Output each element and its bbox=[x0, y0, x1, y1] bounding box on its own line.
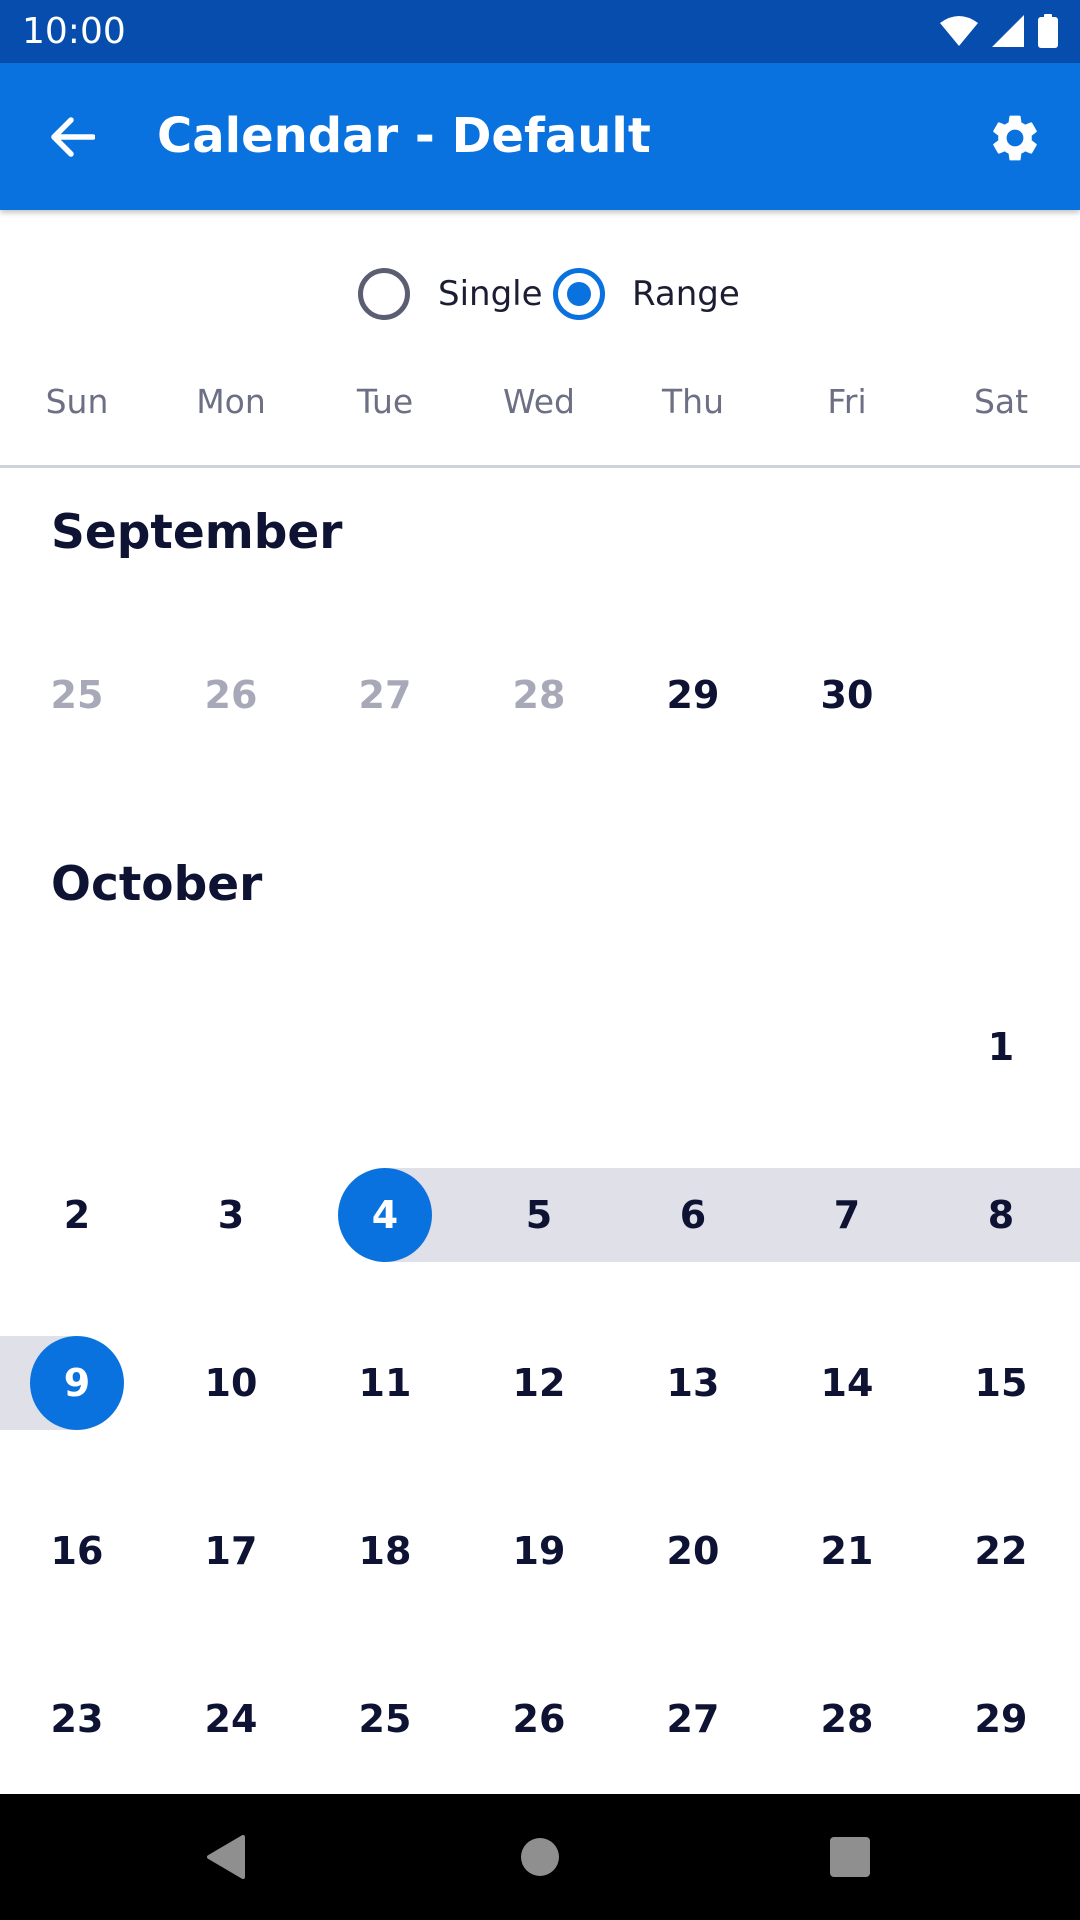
status-icons bbox=[940, 14, 1058, 48]
calendar-day[interactable]: 5 bbox=[492, 1168, 586, 1262]
calendar-day[interactable]: 3 bbox=[184, 1168, 278, 1262]
calendar-day[interactable]: 22 bbox=[954, 1504, 1048, 1598]
calendar-day[interactable]: 29 bbox=[954, 1672, 1048, 1766]
nav-recents-button[interactable] bbox=[815, 1822, 885, 1892]
arrow-back-icon bbox=[51, 117, 95, 157]
calendar-day[interactable]: 21 bbox=[800, 1504, 894, 1598]
calendar-day[interactable]: 18 bbox=[338, 1504, 432, 1598]
weekday-label: Wed bbox=[503, 382, 575, 421]
page-title: Calendar - Default bbox=[157, 108, 651, 164]
weekday-label: Sat bbox=[973, 382, 1029, 421]
weekday-label: Tue bbox=[356, 382, 414, 421]
calendar-day: 26 bbox=[204, 673, 258, 717]
app-bar: Calendar - Default bbox=[0, 63, 1080, 210]
calendar-day[interactable]: 23 bbox=[30, 1672, 124, 1766]
radio-single-label[interactable]: Single bbox=[438, 272, 543, 316]
system-nav-bar bbox=[0, 1794, 1080, 1920]
status-time: 10:00 bbox=[22, 11, 126, 52]
home-circle-icon bbox=[521, 1838, 559, 1876]
nav-back-button[interactable] bbox=[190, 1822, 260, 1892]
weekday-label: Mon bbox=[196, 382, 266, 421]
calendar-day[interactable]: 17 bbox=[184, 1504, 278, 1598]
calendar-day[interactable]: 26 bbox=[492, 1672, 586, 1766]
calendar-day[interactable]: 29 bbox=[646, 648, 740, 742]
calendar-day[interactable]: 20 bbox=[646, 1504, 740, 1598]
header-divider bbox=[0, 465, 1080, 468]
calendar-day[interactable]: 25 bbox=[338, 1672, 432, 1766]
calendar-day[interactable]: 1 bbox=[954, 1000, 1048, 1094]
weekday-label: Sun bbox=[45, 382, 109, 421]
selection-mode-toggle: Single Range bbox=[0, 250, 1080, 340]
cellular-signal-icon bbox=[992, 15, 1024, 47]
calendar-day[interactable]: 16 bbox=[30, 1504, 124, 1598]
wifi-icon bbox=[940, 16, 978, 46]
nav-home-button[interactable] bbox=[505, 1822, 575, 1892]
gear-icon bbox=[993, 115, 1037, 161]
month-title: October bbox=[51, 857, 263, 912]
radio-single[interactable] bbox=[358, 268, 410, 320]
weekday-label: Fri bbox=[827, 382, 867, 421]
weekday-header: Sun Mon Tue Wed Thu Fri Sat bbox=[0, 370, 1080, 434]
calendar-day[interactable]: 24 bbox=[184, 1672, 278, 1766]
calendar-day[interactable]: 8 bbox=[954, 1168, 1048, 1262]
calendar-day[interactable]: 11 bbox=[338, 1336, 432, 1430]
calendar-day: 28 bbox=[512, 673, 566, 717]
calendar-day[interactable]: 28 bbox=[800, 1672, 894, 1766]
calendar-day[interactable]: 13 bbox=[646, 1336, 740, 1430]
calendar-day[interactable]: 6 bbox=[646, 1168, 740, 1262]
radio-range-label[interactable]: Range bbox=[632, 272, 740, 316]
back-triangle-icon bbox=[207, 1835, 245, 1879]
calendar-day[interactable]: 30 bbox=[800, 648, 894, 742]
calendar-day[interactable]: 7 bbox=[800, 1168, 894, 1262]
status-bar: 10:00 bbox=[0, 0, 1080, 63]
calendar-day[interactable]: 12 bbox=[492, 1336, 586, 1430]
range-start-day[interactable]: 4 bbox=[338, 1168, 432, 1262]
calendar-day[interactable]: 2 bbox=[30, 1168, 124, 1262]
calendar-day[interactable]: 14 bbox=[800, 1336, 894, 1430]
month-title: September bbox=[51, 505, 343, 560]
radio-range[interactable] bbox=[553, 268, 605, 320]
weekday-label: Thu bbox=[662, 382, 724, 421]
range-end-day[interactable]: 9 bbox=[30, 1336, 124, 1430]
back-button[interactable] bbox=[42, 107, 102, 167]
calendar-day[interactable]: 19 bbox=[492, 1504, 586, 1598]
calendar-day[interactable]: 27 bbox=[646, 1672, 740, 1766]
calendar-day: 25 bbox=[50, 673, 104, 717]
calendar-day[interactable]: 10 bbox=[184, 1336, 278, 1430]
settings-button[interactable] bbox=[980, 103, 1050, 173]
recents-square-icon bbox=[830, 1837, 870, 1877]
calendar-day[interactable]: 15 bbox=[954, 1336, 1048, 1430]
calendar-day: 27 bbox=[358, 673, 412, 717]
battery-icon bbox=[1038, 14, 1058, 48]
